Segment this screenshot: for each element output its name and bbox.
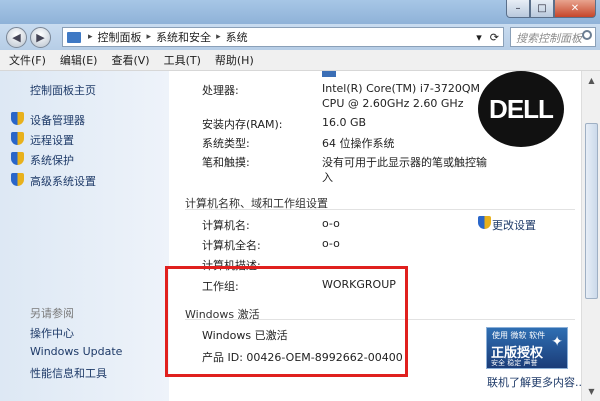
action-center-link[interactable]: 操作中心: [30, 325, 74, 341]
windows-update-link[interactable]: Windows Update: [30, 345, 122, 358]
computer-fullname-value: o-o: [322, 237, 340, 250]
system-type-label: 系统类型:: [202, 137, 250, 150]
shield-icon: [478, 216, 491, 229]
breadcrumb-separator: ▸: [216, 32, 221, 42]
control-panel-home-link[interactable]: 控制面板主页: [30, 82, 96, 98]
computer-name-label: 计算机名:: [202, 219, 250, 232]
processor-value-line2: CPU @ 2.60GHz 2.60 GHz: [322, 97, 464, 110]
menu-file[interactable]: 文件(F): [0, 52, 51, 68]
see-also-heading: 另请参阅: [30, 307, 74, 320]
window-controls: – □ ✕: [506, 0, 596, 18]
highlight-box: [165, 266, 408, 377]
pen-touch-value: 没有可用于此显示器的笔或触控输: [322, 156, 487, 169]
forward-button[interactable]: ▶: [30, 27, 51, 48]
navigation-bar: ◀ ▶ ▸ 控制面板 ▸ 系统和安全 ▸ 系统 ▾ ⟳ 搜索控制面板: [0, 24, 600, 50]
system-protection-link[interactable]: 系统保护: [30, 152, 74, 168]
breadcrumb-separator: ▸: [146, 32, 152, 42]
shield-icon: [11, 152, 24, 165]
computer-name-value: o-o: [322, 217, 340, 230]
processor-value: Intel(R) Core(TM) i7-3720QM: [322, 82, 480, 95]
close-button[interactable]: ✕: [554, 0, 596, 18]
breadcrumb-system[interactable]: 系统: [224, 29, 250, 45]
refresh-icon[interactable]: ⟳: [486, 31, 503, 44]
shield-icon: [11, 112, 24, 125]
menu-tools[interactable]: 工具(T): [155, 52, 206, 68]
menu-help[interactable]: 帮助(H): [206, 52, 259, 68]
processor-label: 处理器:: [202, 84, 239, 97]
title-bar: – □ ✕: [0, 0, 600, 24]
device-manager-link[interactable]: 设备管理器: [30, 112, 85, 128]
computer-fullname-label: 计算机全名:: [202, 239, 261, 252]
search-icon[interactable]: [582, 30, 592, 40]
menu-bar: 文件(F) 编辑(E) 查看(V) 工具(T) 帮助(H): [0, 50, 600, 71]
windows-rating-icon: [322, 71, 336, 77]
menu-edit[interactable]: 编辑(E): [51, 52, 103, 68]
dell-logo: DELL: [478, 71, 564, 147]
ram-label: 安装内存(RAM):: [202, 118, 283, 131]
breadcrumb-separator: ▸: [88, 32, 93, 42]
maximize-button[interactable]: □: [530, 0, 554, 18]
ram-value: 16.0 GB: [322, 116, 367, 129]
address-field[interactable]: ▸ 控制面板 ▸ 系统和安全 ▸ 系统 ▾ ⟳: [62, 27, 504, 47]
learn-more-link[interactable]: 联机了解更多内容...: [487, 374, 586, 390]
control-panel-icon: [67, 31, 81, 43]
minimize-button[interactable]: –: [506, 0, 530, 18]
scroll-thumb[interactable]: [585, 123, 598, 299]
genuine-badge[interactable]: 使用 微软 软件 正版授权 安全 稳定 声誉 ✦: [486, 327, 568, 369]
windows-star-icon: ✦: [551, 334, 563, 350]
back-button[interactable]: ◀: [6, 27, 27, 48]
search-placeholder: 搜索控制面板: [516, 32, 582, 45]
shield-icon: [11, 132, 24, 145]
pen-touch-value-line2: 入: [322, 171, 333, 184]
badge-line1: 使用 微软 软件: [492, 331, 546, 340]
search-input[interactable]: 搜索控制面板: [510, 27, 596, 47]
breadcrumb-system-security[interactable]: 系统和安全: [154, 29, 213, 45]
shield-icon: [11, 173, 24, 186]
pen-touch-label: 笔和触摸:: [202, 156, 250, 169]
advanced-settings-link[interactable]: 高级系统设置: [30, 173, 96, 189]
address-dropdown-icon[interactable]: ▾: [472, 31, 486, 44]
change-settings-link[interactable]: 更改设置: [492, 217, 536, 233]
badge-line3: 安全 稳定 声誉: [491, 359, 538, 367]
menu-view[interactable]: 查看(V): [102, 52, 154, 68]
breadcrumb-control-panel[interactable]: 控制面板: [96, 29, 144, 45]
remote-settings-link[interactable]: 远程设置: [30, 132, 74, 148]
vertical-scrollbar[interactable]: ▲ ▼: [581, 71, 600, 401]
section-divider: [185, 209, 575, 210]
scroll-down-icon[interactable]: ▼: [584, 384, 599, 399]
scroll-up-icon[interactable]: ▲: [584, 73, 599, 88]
system-type-value: 64 位操作系统: [322, 137, 395, 150]
performance-info-link[interactable]: 性能信息和工具: [30, 365, 107, 381]
